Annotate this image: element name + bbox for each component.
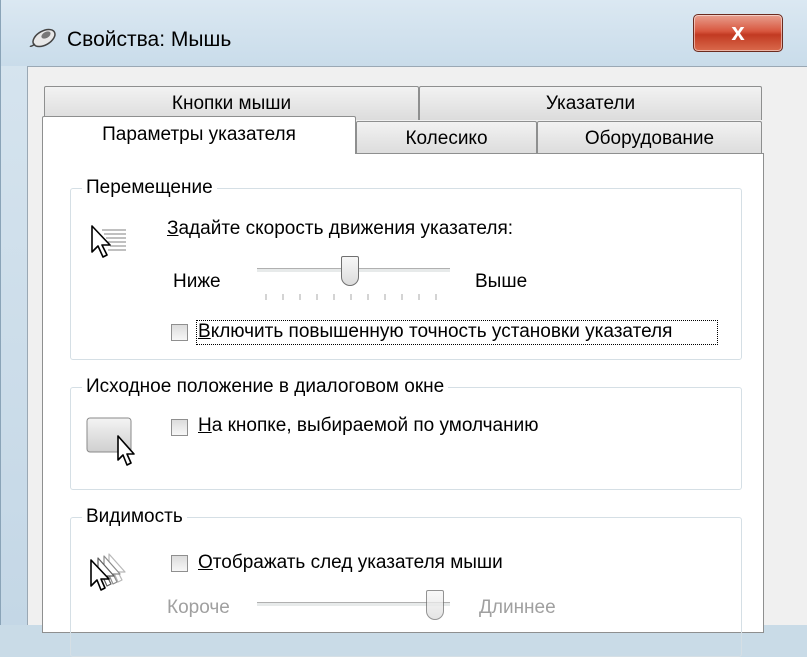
pointer-trails-label[interactable]: Отображать след указателя мыши — [198, 552, 503, 574]
mouse-properties-window: Свойства: Мышь x Кнопки мыши Указатели П… — [0, 0, 807, 657]
speed-slider-thumb[interactable] — [341, 256, 359, 286]
snap-to-group-title: Исходное положение в диалоговом окне — [82, 376, 449, 398]
close-icon: x — [731, 19, 745, 46]
visibility-group-title: Видимость — [82, 506, 187, 528]
visibility-group — [70, 517, 742, 657]
trail-short-label: Короче — [167, 597, 230, 618]
tab-label: Оборудование — [584, 128, 715, 149]
snap-to-checkbox[interactable] — [171, 419, 188, 436]
tab-pointers[interactable]: Указатели — [419, 86, 762, 120]
trail-slider-thumb[interactable] — [426, 590, 444, 620]
pointer-speed-icon — [91, 225, 126, 258]
snap-to-label[interactable]: На кнопке, выбираемой по умолчанию — [198, 415, 538, 437]
speed-label: Задайте скорость движения указателя: — [167, 218, 514, 239]
tab-label: Колесико — [405, 128, 488, 149]
motion-group-title: Перемещение — [82, 177, 217, 199]
tab-label: Указатели — [545, 93, 636, 114]
snap-to-group — [70, 387, 742, 490]
speed-slider-ticks — [265, 294, 437, 300]
tab-label: Кнопки мыши — [171, 93, 292, 114]
trail-long-label: Длиннее — [479, 597, 556, 618]
tab-pointer-options[interactable]: Параметры указателя — [42, 116, 356, 154]
trail-slider-track[interactable] — [257, 602, 450, 607]
tab-mouse-buttons[interactable]: Кнопки мыши — [44, 86, 419, 120]
window-title: Свойства: Мышь — [67, 28, 232, 51]
tab-wheel[interactable]: Колесико — [356, 121, 537, 154]
title-bar[interactable]: Свойства: Мышь x — [1, 0, 807, 66]
mouse-icon — [29, 28, 56, 48]
speed-slow-label: Ниже — [173, 271, 221, 292]
snap-to-button-icon — [86, 417, 135, 466]
speed-fast-label: Выше — [475, 271, 528, 292]
pointer-trails-icon — [90, 553, 126, 591]
enhance-precision-label[interactable]: Включить повышенную точность установки у… — [198, 321, 672, 343]
tab-hardware[interactable]: Оборудование — [537, 121, 762, 154]
tab-panel: Перемещение Задайте скорость движения ук… — [42, 153, 764, 657]
enhance-precision-checkbox[interactable] — [171, 324, 188, 341]
close-button[interactable]: x — [693, 14, 783, 52]
pointer-trails-checkbox[interactable] — [171, 555, 188, 572]
tab-label: Параметры указателя — [102, 124, 296, 145]
